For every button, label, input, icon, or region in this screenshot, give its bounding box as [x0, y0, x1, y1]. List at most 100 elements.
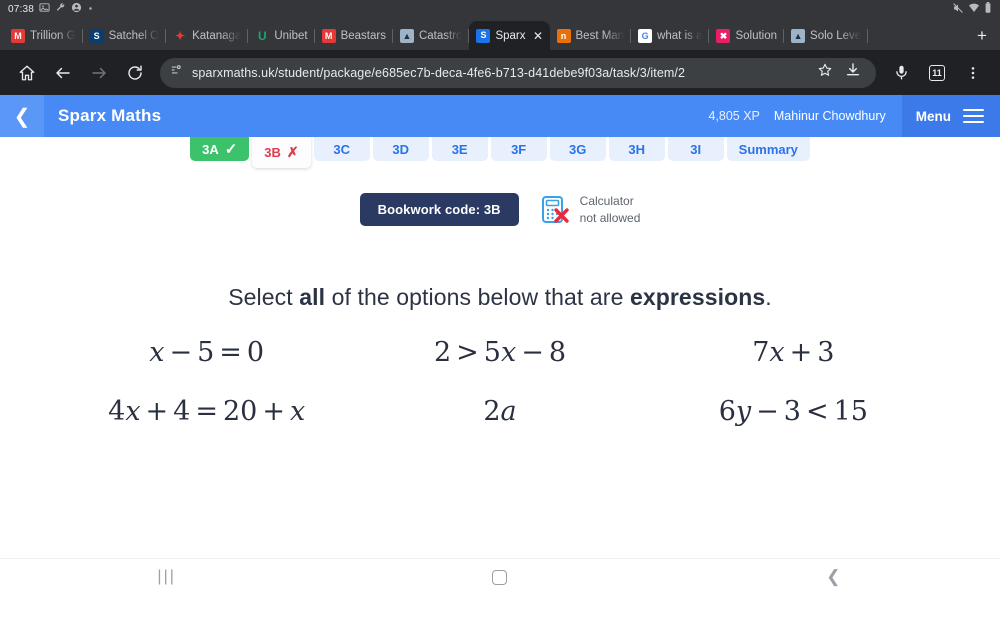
- option-token: +: [789, 337, 813, 368]
- browser-tab[interactable]: n Best Man: [550, 22, 632, 50]
- hamburger-icon[interactable]: [963, 108, 984, 124]
- page-body: 3A ✓ 3B ✗ 3C 3D 3E 3F 3G 3H 3I Summary Bookwork cod…: [0, 137, 1000, 595]
- task-tab-label: 3I: [690, 141, 702, 157]
- close-icon[interactable]: ✕: [531, 28, 546, 43]
- option-token: 2: [483, 396, 501, 427]
- task-tab-label: 3E: [451, 141, 468, 157]
- satchel-s-icon: S: [89, 29, 104, 43]
- option-choice[interactable]: 4x +4 = 20 + x: [108, 396, 305, 427]
- browser-menu-icon[interactable]: [956, 56, 990, 90]
- question-middle: of the options below that are: [325, 284, 630, 310]
- task-tab-label: 3A: [202, 141, 219, 157]
- task-tab-label: 3G: [568, 141, 587, 157]
- contact-icon: [71, 2, 82, 16]
- app-header-right: 4,805 XP Mahinur Chowdhury Menu: [708, 95, 1000, 137]
- option-grid[interactable]: x −5 = 0 2 >5x −8 7x +3 4x +4 = 20 + x 2a 6y −3 <15: [0, 337, 1000, 427]
- browser-tab[interactable]: M Beastars: [315, 22, 393, 50]
- option-token: x: [500, 337, 517, 368]
- task-tab-3e[interactable]: 3E: [431, 137, 488, 161]
- task-tab-3h[interactable]: 3H: [608, 137, 665, 161]
- task-tab-3c[interactable]: 3C: [313, 137, 370, 161]
- task-tab-label: 3H: [628, 141, 645, 157]
- voice-search-icon[interactable]: [884, 56, 918, 90]
- back-button-android[interactable]: ❮: [793, 567, 873, 587]
- browser-tab[interactable]: M Trillion G: [4, 22, 83, 50]
- browser-tab-label: Trillion G: [30, 30, 76, 42]
- option-token: 8: [548, 337, 567, 368]
- app-back-button[interactable]: ❮: [0, 95, 44, 137]
- download-icon[interactable]: [840, 62, 866, 83]
- wifi-icon: [968, 2, 980, 17]
- tab-count-button[interactable]: 11: [920, 56, 954, 90]
- home-button-android[interactable]: [460, 569, 540, 585]
- menu-button[interactable]: Menu: [901, 95, 1000, 137]
- task-tab-bar[interactable]: 3A ✓ 3B ✗ 3C 3D 3E 3F 3G 3H 3I Summary: [0, 137, 1000, 171]
- task-tab-3b[interactable]: 3B ✗: [252, 137, 311, 168]
- question-prefix: Select: [228, 284, 300, 310]
- battery-icon: [984, 1, 992, 17]
- manga-m-icon: M: [11, 29, 25, 43]
- option-choice[interactable]: 7x +3: [752, 337, 834, 368]
- browser-tab-strip[interactable]: M Trillion G S Satchel O ✦ Katanaga U Unibet M Be…: [0, 18, 1000, 50]
- option-token: 5: [197, 337, 215, 368]
- android-nav-bar: ||| ❮: [0, 558, 1000, 595]
- option-choice[interactable]: x −5 = 0: [149, 337, 264, 368]
- option-token: 2: [433, 337, 452, 368]
- task-tab-3g[interactable]: 3G: [549, 137, 606, 161]
- solution-icon: ✖: [716, 29, 731, 43]
- browser-tab[interactable]: U Unibet: [248, 22, 315, 50]
- reddit-icon: n: [556, 29, 571, 43]
- google-icon: G: [638, 29, 653, 43]
- browser-tab-label: Solution: [735, 30, 778, 42]
- task-tab-3a[interactable]: 3A ✓: [190, 137, 250, 161]
- status-bar-right: [952, 1, 992, 17]
- task-tab-3d[interactable]: 3D: [372, 137, 429, 161]
- option-token: 0: [246, 337, 265, 368]
- browser-tab[interactable]: Gwhat is a: [631, 22, 710, 50]
- user-name: Mahinur Chowdhury: [773, 109, 886, 123]
- option-choice[interactable]: 6y −3 <15: [719, 396, 868, 427]
- cross-icon: ✗: [286, 144, 299, 160]
- option-choice[interactable]: 2 >5x −8: [434, 337, 566, 368]
- address-bar[interactable]: sparxmaths.uk/student/package/e685ec7b-d…: [160, 57, 876, 88]
- browser-tab[interactable]: ✖ Solution: [709, 22, 784, 50]
- recents-button[interactable]: |||: [127, 568, 207, 586]
- option-token: y: [735, 396, 752, 427]
- task-tab-3i[interactable]: 3I: [667, 137, 724, 161]
- browser-tab-label: what is a: [657, 30, 703, 42]
- browser-tab[interactable]: ▲ Catastro: [393, 22, 470, 50]
- new-tab-button[interactable]: +: [968, 22, 996, 50]
- bookmark-icon[interactable]: [812, 62, 838, 83]
- task-tab-summary[interactable]: Summary: [726, 137, 810, 161]
- browser-tab[interactable]: ✦ Katanaga: [166, 22, 249, 50]
- task-tab-3f[interactable]: 3F: [490, 137, 547, 161]
- omnibox-actions: [812, 62, 866, 83]
- unibet-icon: U: [255, 29, 270, 43]
- browser-tab[interactable]: ▲ Solo Leve: [784, 22, 869, 50]
- home-button[interactable]: [10, 56, 44, 90]
- bookwork-code-badge: Bookwork code: 3B: [359, 193, 519, 226]
- katana-icon: ✦: [173, 29, 188, 43]
- wrench-icon: [55, 2, 66, 16]
- check-icon: ✓: [224, 141, 238, 158]
- browser-tab[interactable]: S Sparx ✕: [469, 21, 550, 50]
- task-tab-label: 3F: [511, 141, 527, 157]
- photo-icon: [39, 2, 50, 16]
- address-bar-url[interactable]: sparxmaths.uk/student/package/e685ec7b-d…: [192, 66, 685, 80]
- option-token: x: [769, 337, 785, 368]
- option-choice[interactable]: 2a: [483, 396, 516, 427]
- browser-tab-label: Unibet: [274, 30, 308, 42]
- dot-icon: [87, 4, 94, 15]
- option-token: 3: [817, 337, 835, 368]
- option-token: 4: [108, 396, 126, 427]
- option-token: −: [521, 337, 544, 368]
- task-tab-label: 3B: [264, 145, 281, 160]
- browser-tab[interactable]: S Satchel O: [83, 22, 167, 50]
- browser-tab-label: Best Man: [575, 30, 625, 42]
- option-token: a: [500, 396, 517, 427]
- option-token: 15: [833, 396, 868, 427]
- option-token: x: [125, 396, 141, 427]
- page-info-icon[interactable]: [170, 63, 184, 82]
- back-button[interactable]: [46, 56, 80, 90]
- reload-button[interactable]: [118, 56, 152, 90]
